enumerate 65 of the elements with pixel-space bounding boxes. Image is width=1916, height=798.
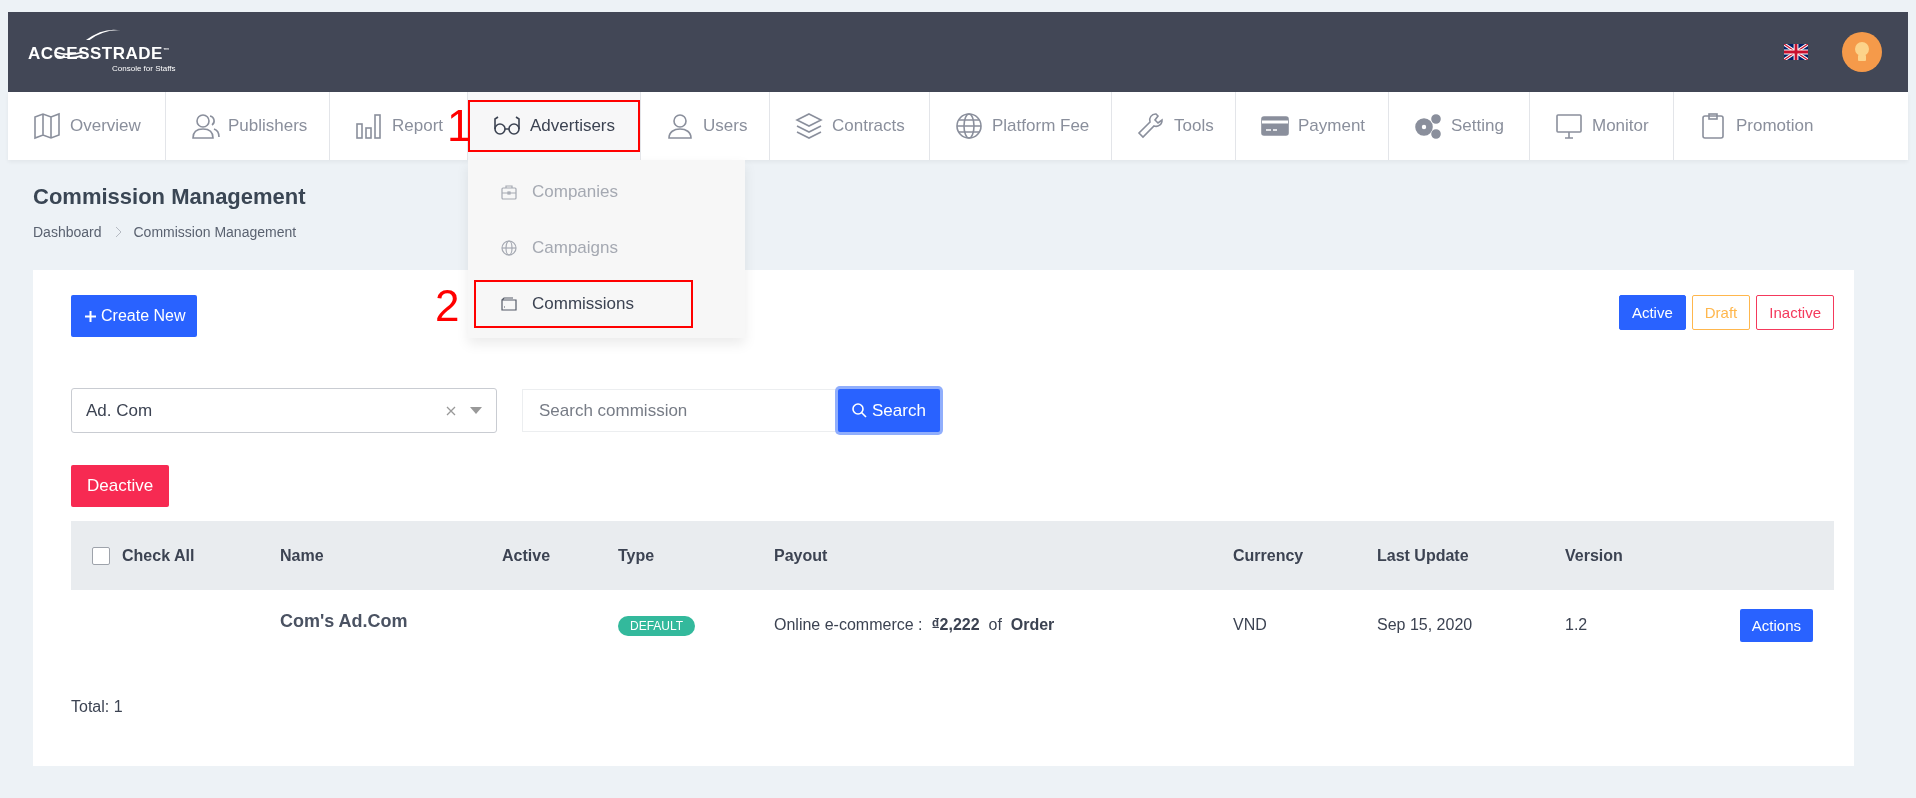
advertiser-select[interactable]: Ad. Com [71,388,497,433]
logo-text: ACCESSTRADE$^{™}$ [28,44,170,64]
nav-tab[interactable]: Monitor [1530,92,1649,160]
nav-tab[interactable]: Platform Fee [930,92,1090,160]
actions-button[interactable]: Actions [1739,608,1813,642]
table-cell-text: Online e-commerce : ₫2,222 of Order [774,616,1056,634]
column-header: Active [502,546,552,565]
column-header: Payout [774,546,829,565]
plus-icon [85,310,96,322]
search-field[interactable]: Search commission [522,389,838,432]
menu-item[interactable]: Companies [468,164,745,220]
column-header: Check All [122,546,195,565]
status-filter-button[interactable]: Active [1618,295,1686,330]
layers-icon [794,111,824,141]
search-icon [852,403,867,418]
status-filter-button[interactable]: Inactive [1756,295,1834,330]
type-badge: DEFAULT [618,616,696,636]
table-cell-text: VND [1233,616,1268,634]
wallet-icon [500,295,518,313]
annotation-number: 2 [435,284,460,328]
caret-down-icon[interactable] [470,407,482,414]
column-header: Name [280,546,325,565]
map-icon [32,111,62,141]
globe-icon [500,239,518,257]
bar-chart-icon [354,111,384,141]
check-all-checkbox[interactable] [92,546,110,565]
column-header: Version [1565,546,1624,565]
nav-tab[interactable]: Payment [1236,92,1366,160]
table-cell-text: 1.2 [1565,616,1589,634]
menu-item[interactable]: Commissions [468,276,745,332]
create-new-button[interactable]: Create New [71,295,198,337]
person-icon [665,111,695,141]
monitor-icon [1554,111,1584,141]
table-cell-text: Sep 15, 2020 [1377,616,1474,634]
status-filter-button[interactable]: Draft [1691,295,1751,330]
wrench-icon [1136,111,1166,141]
globe-icon [954,111,984,141]
nav-tab[interactable]: Publishers [166,92,308,160]
clear-icon[interactable] [446,405,456,416]
breadcrumb-current: Commission Management [133,224,297,240]
menu-item[interactable]: Campaigns [468,220,745,276]
page-title: Commission Management [33,183,306,210]
deactive-button[interactable]: Deactive [71,465,170,507]
uk-flag-icon[interactable] [1784,44,1808,60]
column-header: Type [618,546,656,565]
logo-tagline: Console for Staffs [112,64,176,73]
breadcrumb-link[interactable]: Dashboard [33,224,102,240]
people-icon [190,111,220,141]
total-count: Total: 1 [71,698,124,716]
nav-tab[interactable]: Tools [1112,92,1214,160]
search-button[interactable]: Search [838,389,940,432]
nav-tab[interactable]: Contracts [770,92,905,160]
briefcase-icon [500,183,518,201]
nav-tab[interactable]: Promotion [1674,92,1814,160]
nav-tab[interactable]: Users [641,92,748,160]
nav-tab[interactable]: Advertisers [468,92,640,160]
avatar-icon[interactable] [1842,32,1882,72]
column-header: Last Update [1377,546,1470,565]
chevron-right-icon [113,226,122,238]
logo[interactable]: ACCESSTRADE$^{™}$ Console for Staffs [20,22,190,82]
table-cell-text: Com's Ad.Com [280,610,409,632]
nav-tab[interactable]: Overview [8,92,141,160]
nav-tab[interactable]: Report [330,92,444,160]
column-header: Currency [1233,546,1305,565]
nav-tab[interactable]: Setting [1389,92,1504,160]
